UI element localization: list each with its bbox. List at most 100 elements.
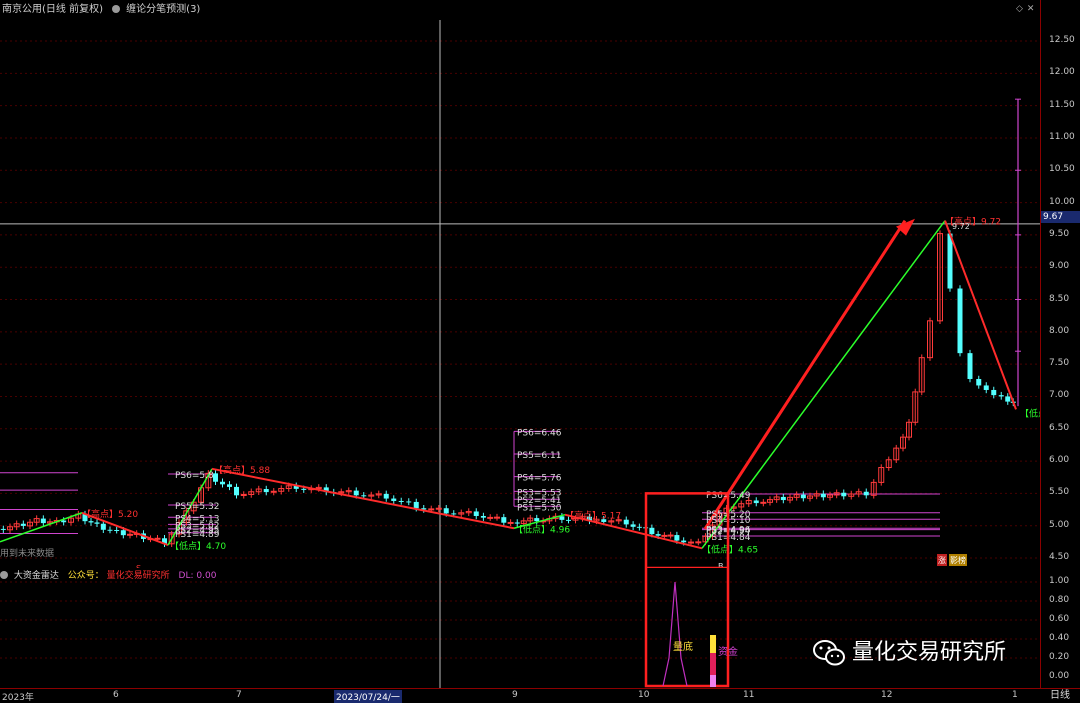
candle-body	[534, 518, 540, 522]
ps-label: PS1=5.30	[517, 503, 562, 513]
price-tick-label: 8.00	[1049, 325, 1070, 336]
low-point-label: 【低点】4.96	[514, 523, 570, 535]
sub-tick-label: 1.00	[1049, 576, 1070, 586]
price-tick-label: 6.50	[1049, 422, 1070, 433]
indicator-dot-icon	[112, 5, 121, 13]
ps-label: PS6=5.8	[175, 471, 214, 481]
time-tick-label: 7	[236, 690, 242, 700]
price-tick-label: 10.50	[1049, 164, 1075, 175]
candle-body	[263, 489, 269, 493]
candle-body	[413, 501, 419, 509]
candle-body	[270, 490, 277, 493]
candle-body	[863, 491, 869, 496]
price-tick-label: 9.00	[1049, 261, 1070, 272]
candle-body	[406, 501, 412, 503]
indicator-name: 缠论分笔预测(3)	[126, 4, 201, 15]
main-price-chart[interactable]: 【高点】5.20【高点】5.88【高点】5.17【高点】9.729.72【低点】…	[0, 20, 1040, 568]
candle-body	[120, 530, 126, 536]
candle-body	[976, 378, 982, 386]
ps-label: PS4=5.76	[517, 474, 562, 484]
candle-body	[107, 529, 113, 531]
candle-body	[227, 484, 232, 487]
low-point-label: 【低点】4.70	[170, 540, 226, 552]
candle-body	[1005, 396, 1011, 402]
candle-body	[780, 496, 786, 501]
candle-body	[947, 233, 953, 289]
sub-axis: 1.00 0.80 0.60 0.40 0.20 0.00	[1040, 568, 1080, 688]
candle-body	[667, 534, 674, 537]
candle-body	[841, 492, 847, 497]
price-tick-label: 12.00	[1049, 67, 1075, 78]
ps-label: PS6=6.46	[517, 428, 562, 438]
low-point-label: 【低点	[1020, 408, 1040, 420]
candle-body	[820, 493, 826, 498]
stock-title: 南京公用(日线 前复权)	[2, 4, 103, 15]
price-tick-label: 11.50	[1049, 99, 1075, 110]
time-tick-label: 12	[881, 690, 893, 700]
price-tick-label: 5.00	[1049, 519, 1070, 530]
badge-zhang: 涨	[938, 555, 946, 565]
candle-body	[760, 501, 767, 504]
time-tick-label: 2023年	[2, 693, 34, 703]
candle-body	[559, 516, 565, 520]
watermark-text: 量化交易研究所	[852, 640, 1007, 665]
candle-body	[361, 495, 367, 497]
capital-bar-red	[710, 653, 716, 675]
candle-body	[391, 498, 397, 501]
radar-peak	[662, 581, 688, 687]
title-bar: 南京公用(日线 前复权) 缠论分笔预测(3)	[0, 0, 1040, 20]
price-tick-label: 8.50	[1049, 293, 1070, 304]
price-tick-label: 9.50	[1049, 228, 1070, 239]
candle-body	[636, 526, 642, 528]
candle-body	[991, 389, 997, 396]
candle-body	[114, 529, 120, 531]
price-tick-label: 10.00	[1049, 196, 1075, 207]
candle-body	[383, 493, 389, 499]
candle-body	[61, 520, 67, 523]
watermark: 量化交易研究所	[812, 633, 1006, 673]
candle-body	[507, 521, 514, 524]
capital-bar-pink	[710, 675, 716, 687]
candle-body	[494, 516, 500, 519]
candle-body	[220, 481, 225, 485]
candle-body	[473, 511, 479, 516]
price-tick-label: 4.50	[1049, 552, 1070, 562]
candle-body	[623, 519, 629, 525]
candle-body	[435, 507, 442, 510]
time-tick-label: 9	[512, 690, 518, 700]
candle-body	[674, 535, 680, 541]
time-tick-label: 10	[638, 690, 650, 700]
cursor-price-label: 9.67	[1041, 211, 1080, 223]
down-stroke	[211, 467, 515, 530]
candle-body	[514, 522, 520, 524]
candle-body	[630, 524, 636, 527]
time-tick-label: 6	[113, 690, 119, 700]
candle-body	[681, 540, 687, 543]
sub-tick-label: 0.40	[1049, 633, 1070, 643]
period-label[interactable]: 日线	[1040, 688, 1080, 702]
candle-body	[800, 494, 806, 499]
candle-body	[753, 500, 759, 504]
indicator-title[interactable]: 缠论分笔预测(3)	[112, 4, 206, 15]
candle-body	[234, 486, 239, 496]
candle-body	[661, 534, 668, 537]
capital-bar-yellow	[710, 635, 716, 653]
candle-body	[501, 517, 507, 523]
candle-body	[240, 494, 247, 497]
candle-body	[40, 518, 46, 524]
candle-body	[487, 516, 494, 519]
price-tick-label: 5.50	[1049, 487, 1070, 498]
window-controls[interactable]: ◇✕	[1016, 4, 1038, 14]
candle-body	[301, 488, 307, 490]
candle-body	[967, 353, 973, 379]
candle-body	[428, 508, 435, 511]
price-tick-label: 12.50	[1049, 35, 1075, 45]
high-point-label: 【高点】5.88	[214, 464, 270, 476]
candle-body	[353, 490, 359, 496]
label-liangdi: 量底	[673, 640, 693, 653]
candle-body	[655, 534, 661, 536]
diamond-icon[interactable]: ◇	[1016, 4, 1027, 14]
candle-body	[957, 288, 963, 354]
close-icon[interactable]: ✕	[1027, 4, 1039, 14]
badge-ying: 影榜	[950, 555, 966, 565]
